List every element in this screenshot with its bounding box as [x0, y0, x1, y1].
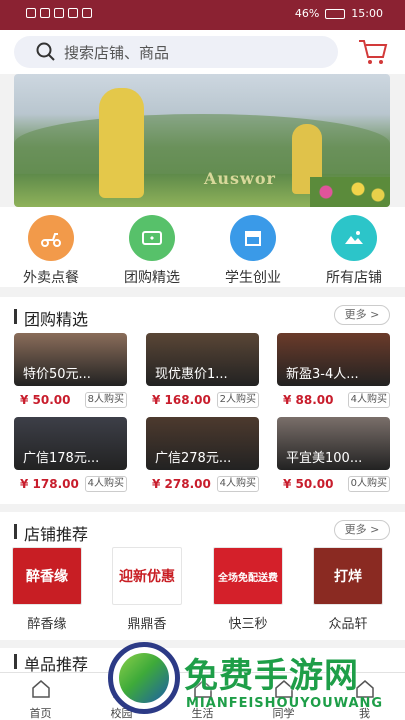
wifi-icon: [40, 8, 50, 18]
deal-image: 平宜美100...: [277, 417, 390, 470]
shop-name: 众品轩: [328, 617, 368, 632]
category-scooter[interactable]: 外卖点餐: [9, 215, 93, 287]
category-label: 所有店铺: [326, 270, 382, 286]
deal-card[interactable]: 平宜美100... ¥ 50.00 0人购买: [277, 417, 390, 492]
battery-icon: [325, 8, 346, 19]
search-placeholder: 搜索店铺、商品: [64, 43, 170, 62]
tab-label: 首页: [29, 707, 52, 720]
deal-buyers: 0人购买: [347, 476, 390, 492]
category-bar: 外卖点餐 团购精选 学生创业 所有店铺: [0, 207, 405, 287]
shop-name: 醉香缘: [27, 617, 67, 632]
notification-icon: [82, 8, 92, 18]
deal-buyers: 8人购买: [84, 392, 127, 408]
search-icon: [36, 42, 55, 61]
section-title: 团购精选: [24, 310, 89, 329]
cart-icon[interactable]: [357, 36, 389, 66]
deal-image: 广信278元...: [146, 417, 259, 470]
deal-title: 特价50元...: [23, 367, 91, 382]
tab-home[interactable]: 首页: [0, 673, 81, 720]
deal-title: 广信278元...: [155, 451, 232, 466]
shop-card[interactable]: 打烊 众品轩: [311, 547, 385, 632]
category-store[interactable]: 学生创业: [211, 215, 295, 287]
flowers-image: [310, 177, 390, 207]
group-buy-section: 团购精选 更多 > 特价50元... ¥ 50.00 8人购买 现优惠价1... ¥ 1…: [0, 297, 405, 504]
deal-buyers: 4人购买: [84, 476, 127, 492]
shop-logo: 打烊: [313, 547, 383, 605]
deal-card[interactable]: 新盈3-4人... ¥ 88.00 4人购买: [277, 333, 390, 408]
deal-card[interactable]: 广信178元... ¥ 178.00 4人购买: [14, 417, 127, 492]
home-icon: [31, 680, 50, 698]
banner-hills: [14, 114, 390, 174]
vibrate-icon: [54, 8, 64, 18]
category-mountain[interactable]: 所有店铺: [312, 215, 396, 287]
deal-price: ¥ 88.00: [283, 393, 334, 407]
banner-carousel[interactable]: Auswor: [14, 74, 390, 207]
shop-card[interactable]: 全场免配送费 快三秒: [211, 547, 285, 632]
battery-percent: 46%: [294, 7, 320, 20]
deal-card[interactable]: 广信278元... ¥ 278.00 4人购买: [146, 417, 259, 492]
sim-icon: [26, 8, 36, 18]
header: 搜索店铺、商品: [0, 30, 405, 74]
deal-image: 新盈3-4人...: [277, 333, 390, 386]
deal-image: 特价50元...: [14, 333, 127, 386]
deal-buyers: 2人购买: [216, 392, 259, 408]
deal-price: ¥ 278.00: [152, 477, 211, 491]
watermark-logo-icon: [108, 642, 180, 714]
deal-price: ¥ 50.00: [20, 393, 71, 407]
shop-logo-text: 迎新优惠: [119, 569, 175, 585]
section-marker: [14, 524, 17, 539]
shop-name: 快三秒: [228, 617, 268, 632]
deal-image: 现优惠价1...: [146, 333, 259, 386]
deal-price: ¥ 50.00: [283, 477, 334, 491]
clock: 15:00: [351, 7, 383, 20]
mountain-icon: [331, 215, 377, 261]
deal-title: 现优惠价1...: [155, 367, 228, 382]
deal-card[interactable]: 现优惠价1... ¥ 168.00 2人购买: [146, 333, 259, 408]
category-label: 外卖点餐: [23, 270, 79, 286]
section-marker: [14, 309, 17, 324]
shop-logo-text: 醉香缘: [26, 569, 68, 585]
shop-card[interactable]: 醉香缘 醉香缘: [10, 547, 84, 632]
watermark: 免费手游网 MIANFEISHOUYOUWANG: [108, 642, 400, 720]
deal-price: ¥ 178.00: [20, 477, 79, 491]
watermark-title: 免费手游网: [184, 656, 359, 696]
banner-sign: Auswor: [204, 169, 276, 188]
more-button[interactable]: 更多 >: [334, 305, 390, 325]
shop-section: 店铺推荐 更多 > 醉香缘 醉香缘 迎新优惠 鼎鼎香 全场免配送费 快三秒 打烊 众品轩: [0, 512, 405, 640]
deal-image: 广信178元...: [14, 417, 127, 470]
deal-buyers: 4人购买: [347, 392, 390, 408]
store-icon: [230, 215, 276, 261]
deal-card[interactable]: 特价50元... ¥ 50.00 8人购买: [14, 333, 127, 408]
more-button[interactable]: 更多 >: [334, 520, 390, 540]
scooter-icon: [28, 215, 74, 261]
section-marker: [14, 654, 17, 669]
deal-title: 新盈3-4人...: [286, 367, 359, 382]
shop-logo: 醉香缘: [12, 547, 82, 605]
shop-logo: 迎新优惠: [112, 547, 182, 605]
deal-title: 广信178元...: [23, 451, 100, 466]
shop-name: 鼎鼎香: [127, 617, 167, 632]
shop-logo-text: 全场免配送费: [218, 572, 278, 584]
mascot-image: [99, 88, 144, 198]
category-label: 团购精选: [124, 270, 180, 286]
shop-card[interactable]: 迎新优惠 鼎鼎香: [110, 547, 184, 632]
shop-logo-text: 打烊: [334, 569, 362, 585]
shop-logo: 全场免配送费: [213, 547, 283, 605]
ticket-icon: [129, 215, 175, 261]
section-title: 店铺推荐: [24, 525, 89, 544]
deal-buyers: 4人购买: [216, 476, 259, 492]
deal-title: 平宜美100...: [286, 451, 363, 466]
search-input[interactable]: 搜索店铺、商品: [14, 36, 338, 68]
message-icon: [68, 8, 78, 18]
category-ticket[interactable]: 团购精选: [110, 215, 194, 287]
status-icons: [26, 8, 92, 18]
status-bar: 46% 15:00: [0, 0, 405, 30]
deal-price: ¥ 168.00: [152, 393, 211, 407]
category-label: 学生创业: [225, 270, 281, 286]
watermark-subtitle: MIANFEISHOUYOUWANG: [186, 696, 384, 711]
